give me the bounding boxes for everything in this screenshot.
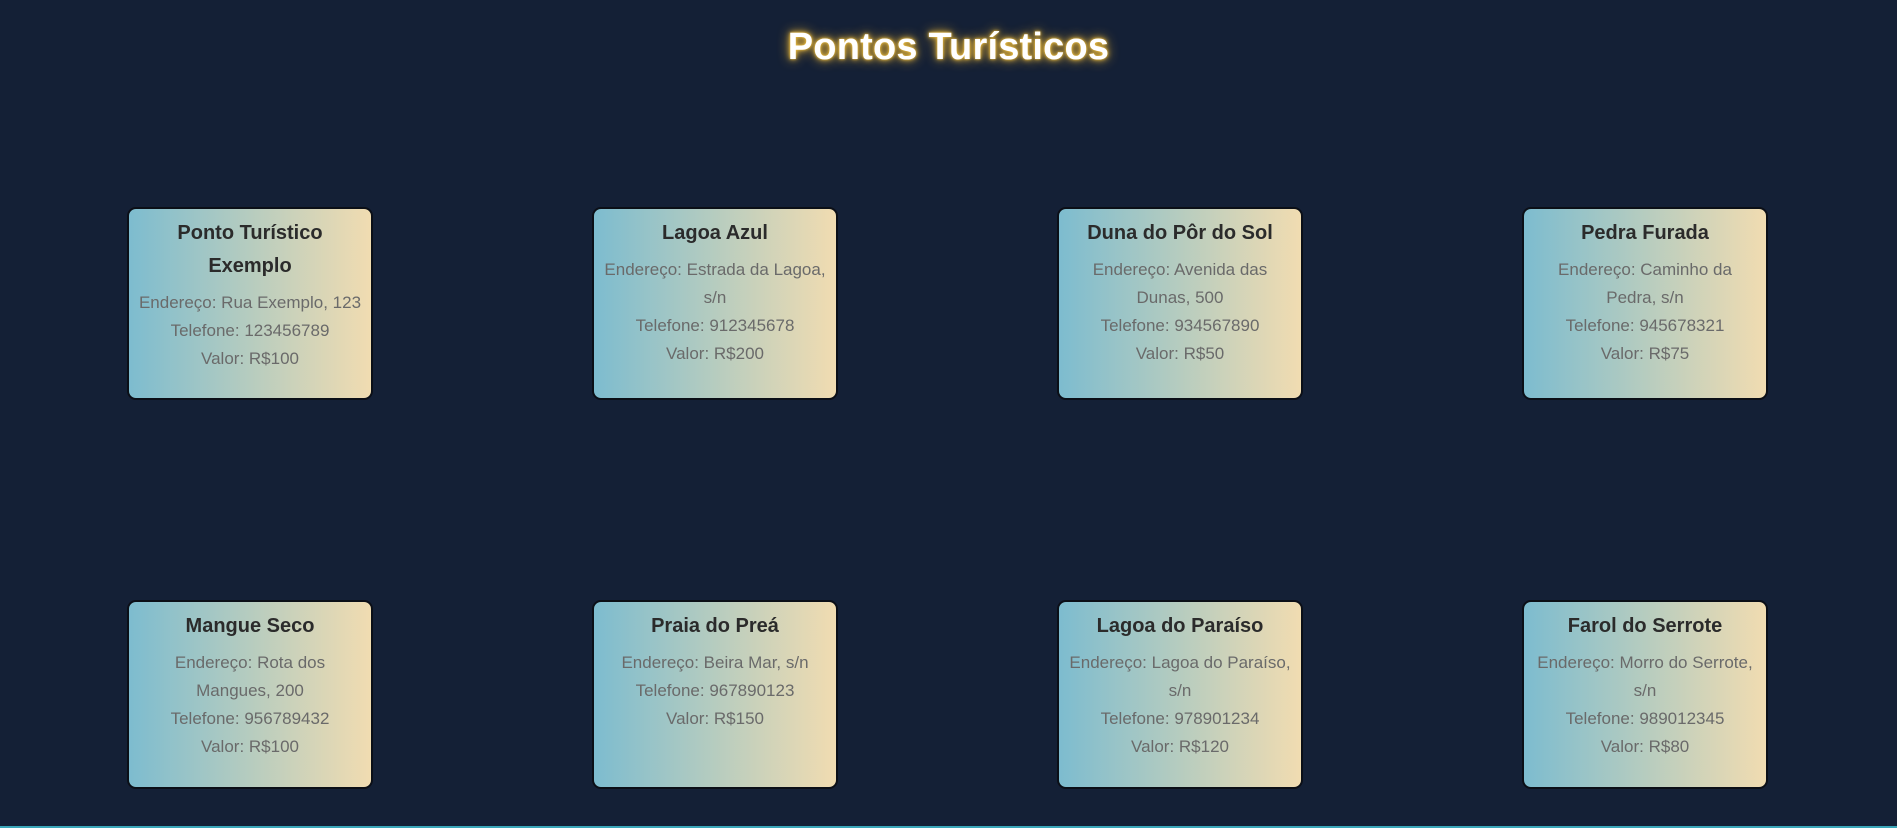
card-name: Farol do Serrote <box>1567 615 1723 637</box>
tourist-spot-card[interactable]: Ponto Turístico Exemplo Endereço: Rua Ex… <box>127 207 373 400</box>
card-phone: Telefone: 912345678 <box>635 316 795 335</box>
card-price: Valor: R$75 <box>1600 344 1690 363</box>
card-phone: Telefone: 123456789 <box>170 321 330 340</box>
card-price: Valor: R$100 <box>201 737 299 756</box>
tourist-spot-card[interactable]: Praia do Preá Endereço: Beira Mar, s/n T… <box>592 600 838 789</box>
tourist-spot-card[interactable]: Duna do Pôr do Sol Endereço: Avenida das… <box>1057 207 1303 400</box>
card-address: Endereço: Rua Exemplo, 123 <box>138 293 362 312</box>
tourist-spot-card[interactable]: Lagoa do Paraíso Endereço: Lagoa do Para… <box>1057 600 1303 789</box>
card-address: Endereço: Morro do Serrote, s/n <box>1537 653 1753 700</box>
card-name: Lagoa do Paraíso <box>1096 615 1264 637</box>
card-address: Endereço: Avenida das Dunas, 500 <box>1092 260 1268 307</box>
card-price: Valor: R$100 <box>201 349 299 368</box>
card-name: Pedra Furada <box>1581 222 1709 244</box>
card-phone: Telefone: 967890123 <box>635 681 795 700</box>
card-name: Ponto Turístico Exemplo <box>177 222 323 277</box>
card-phone: Telefone: 934567890 <box>1100 316 1260 335</box>
card-phone: Telefone: 945678321 <box>1565 316 1725 335</box>
card-address: Endereço: Lagoa do Paraíso, s/n <box>1069 653 1291 700</box>
card-phone: Telefone: 989012345 <box>1565 709 1725 728</box>
card-name: Duna do Pôr do Sol <box>1087 222 1273 244</box>
card-name: Lagoa Azul <box>662 222 768 244</box>
tourist-spot-card[interactable]: Farol do Serrote Endereço: Morro do Serr… <box>1522 600 1768 789</box>
tourist-spots-grid: Ponto Turístico Exemplo Endereço: Rua Ex… <box>0 0 1897 828</box>
card-address: Endereço: Caminho da Pedra, s/n <box>1558 260 1732 307</box>
tourist-spot-card[interactable]: Lagoa Azul Endereço: Estrada da Lagoa, s… <box>592 207 838 400</box>
card-phone: Telefone: 956789432 <box>170 709 330 728</box>
card-address: Endereço: Rota dos Mangues, 200 <box>174 653 326 700</box>
card-price: Valor: R$150 <box>666 709 764 728</box>
tourist-spot-card[interactable]: Mangue Seco Endereço: Rota dos Mangues, … <box>127 600 373 789</box>
card-price: Valor: R$50 <box>1135 344 1225 363</box>
card-price: Valor: R$80 <box>1600 737 1690 756</box>
card-phone: Telefone: 978901234 <box>1100 709 1260 728</box>
card-price: Valor: R$120 <box>1131 737 1229 756</box>
tourist-spot-card[interactable]: Pedra Furada Endereço: Caminho da Pedra,… <box>1522 207 1768 400</box>
card-name: Praia do Preá <box>651 615 779 637</box>
card-address: Endereço: Beira Mar, s/n <box>621 653 809 672</box>
card-name: Mangue Seco <box>185 615 315 637</box>
card-price: Valor: R$200 <box>666 344 764 363</box>
card-address: Endereço: Estrada da Lagoa, s/n <box>604 260 826 307</box>
